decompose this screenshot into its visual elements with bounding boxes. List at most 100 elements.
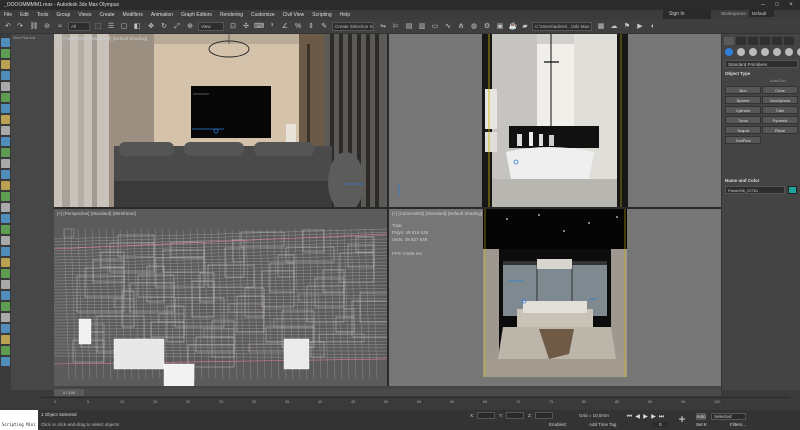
scene-tool-icon[interactable]: [1, 192, 10, 201]
maxscript-mini-listener[interactable]: Scripting Mini: [0, 420, 38, 430]
edit-named-selection-icon[interactable]: ✎: [319, 22, 329, 32]
viewport-label-bottom-left[interactable]: [+] [Perspective] [Standard] [Wireframe]: [57, 211, 136, 216]
viewport-label-top-left[interactable]: [+] [Camera001] [Standard] [Default Shad…: [57, 36, 147, 41]
scene-tool-icon[interactable]: [1, 269, 10, 278]
menu-tools[interactable]: Tools: [33, 12, 53, 18]
menu-rendering[interactable]: Rendering: [216, 12, 247, 18]
minimize-icon[interactable]: –: [756, 0, 770, 10]
set-key-button[interactable]: Set K: [696, 422, 707, 427]
scene-tool-icon[interactable]: [1, 203, 10, 212]
helpers-icon[interactable]: [773, 48, 781, 56]
auto-key-button[interactable]: Auto: [696, 413, 706, 420]
tab-motion[interactable]: [760, 37, 770, 45]
time-slider-knob[interactable]: 0 / 100: [54, 389, 84, 396]
link-icon[interactable]: ⛓: [29, 22, 39, 32]
align-icon[interactable]: ⊨: [391, 22, 401, 32]
scene-tool-icon[interactable]: [1, 324, 10, 333]
scene-tool-icon[interactable]: [1, 357, 10, 366]
add-key-icon[interactable]: +: [676, 413, 688, 425]
scene-tool-icon[interactable]: [1, 280, 10, 289]
object-name-field[interactable]: Plane006_22781: [725, 186, 785, 194]
scene-tool-icon[interactable]: [1, 60, 10, 69]
scale-icon[interactable]: ⤢: [172, 22, 182, 32]
scene-tool-icon[interactable]: [1, 71, 10, 80]
menu-create[interactable]: Create: [96, 12, 119, 18]
primitive-geosphere-button[interactable]: GeoSphere: [762, 96, 798, 104]
scene-tool-icon[interactable]: [1, 148, 10, 157]
scene-tool-icon[interactable]: [1, 170, 10, 179]
tab-display[interactable]: [772, 37, 782, 45]
pivot-center-icon[interactable]: ⊡: [228, 22, 238, 32]
maxscript-listener-top[interactable]: [0, 410, 38, 420]
primitive-teapot-button[interactable]: Teapot: [725, 126, 761, 134]
unlink-icon[interactable]: ⊘: [42, 22, 52, 32]
angle-snap-icon[interactable]: ∠: [280, 22, 290, 32]
menu-group[interactable]: Group: [52, 12, 74, 18]
scene-tool-icon[interactable]: [1, 335, 10, 344]
tab-create[interactable]: [724, 37, 734, 45]
previous-frame-icon[interactable]: ◀: [634, 414, 641, 421]
scene-tool-icon[interactable]: [1, 236, 10, 245]
primitive-plane-button[interactable]: Plane: [762, 126, 798, 134]
primitive-sphere-button[interactable]: Sphere: [725, 96, 761, 104]
viewport-perspective-wireframe[interactable]: [+] [Perspective] [Standard] [Wireframe]: [54, 209, 387, 386]
scene-tool-icon[interactable]: [1, 137, 10, 146]
enabled-toggle[interactable]: Enabled:: [549, 422, 567, 427]
percent-snap-icon[interactable]: %: [293, 22, 303, 32]
primitive-cone-button[interactable]: Cone: [762, 86, 798, 94]
scene-tool-icon[interactable]: [1, 214, 10, 223]
layer-explorer-icon[interactable]: ▥: [417, 22, 427, 32]
named-selection-set-dropdown[interactable]: Create Selection Set: [332, 22, 374, 31]
close-icon[interactable]: ×: [784, 0, 798, 10]
quick-render-icon[interactable]: ▶: [635, 22, 645, 32]
rotate-icon[interactable]: ↻: [159, 22, 169, 32]
selection-filter-dropdown[interactable]: All: [68, 22, 90, 31]
schematic-view-icon[interactable]: ⋔: [456, 22, 466, 32]
tab-utilities[interactable]: [784, 37, 794, 45]
tab-modify[interactable]: [736, 37, 746, 45]
snaps-toggle-icon[interactable]: ³: [267, 22, 277, 32]
primitive-tube-button[interactable]: Tube: [762, 106, 798, 114]
select-by-name-icon[interactable]: ☰: [106, 22, 116, 32]
project-path-dropdown[interactable]: C:\Users\admin\...\3ds Max 2024: [532, 22, 592, 31]
reference-coordinate-dropdown[interactable]: View: [198, 22, 224, 31]
ribbon-icon[interactable]: ▭: [430, 22, 440, 32]
scene-tool-icon[interactable]: [1, 291, 10, 300]
cameras-icon[interactable]: [761, 48, 769, 56]
scene-tool-icon[interactable]: [1, 126, 10, 135]
menu-modifiers[interactable]: Modifiers: [119, 12, 147, 18]
viewport-camera-bathroom[interactable]: [389, 34, 721, 207]
scene-tool-icon[interactable]: [1, 313, 10, 322]
space-warps-icon[interactable]: [785, 48, 793, 56]
menu-file[interactable]: File: [0, 12, 16, 18]
menu-views[interactable]: Views: [74, 12, 95, 18]
material-editor-icon[interactable]: ◍: [469, 22, 479, 32]
viewport-divider-vertical[interactable]: [387, 34, 389, 386]
key-filter-dropdown[interactable]: Selected: [711, 413, 746, 420]
scene-tool-icon[interactable]: [1, 104, 10, 113]
redo-icon[interactable]: ↷: [15, 22, 25, 32]
z-coordinate-field[interactable]: [535, 412, 553, 419]
primitive-torus-button[interactable]: Torus: [725, 116, 761, 124]
workspace-dropdown[interactable]: Default: [748, 10, 775, 17]
viewport-camera-living-room[interactable]: [+] [Camera001] [Standard] [Default Shad…: [54, 34, 387, 207]
primitive-pyramid-button[interactable]: Pyramid: [762, 116, 798, 124]
set-project-icon[interactable]: ▦: [596, 22, 606, 32]
next-frame-icon[interactable]: ▶: [650, 414, 657, 421]
name-color-header[interactable]: Name and Color: [725, 178, 760, 183]
primitive-textplus-button[interactable]: TextPlus: [725, 136, 761, 144]
go-to-end-icon[interactable]: ⏭: [658, 414, 665, 421]
select-manipulate-icon[interactable]: ✣: [241, 22, 251, 32]
rendered-frame-window-icon[interactable]: ▣: [495, 22, 505, 32]
scene-tool-icon[interactable]: [1, 49, 10, 58]
select-object-icon[interactable]: ⬚: [93, 22, 103, 32]
maximize-icon[interactable]: □: [770, 0, 784, 10]
render-setup-icon[interactable]: ⚙: [482, 22, 492, 32]
spinner-snap-icon[interactable]: ⇕: [306, 22, 316, 32]
menu-animation[interactable]: Animation: [147, 12, 177, 18]
scene-tool-icon[interactable]: [1, 159, 10, 168]
y-coordinate-field[interactable]: [506, 412, 524, 419]
object-color-swatch[interactable]: [788, 186, 797, 194]
menu-graph-editors[interactable]: Graph Editors: [177, 12, 216, 18]
lights-icon[interactable]: [749, 48, 757, 56]
